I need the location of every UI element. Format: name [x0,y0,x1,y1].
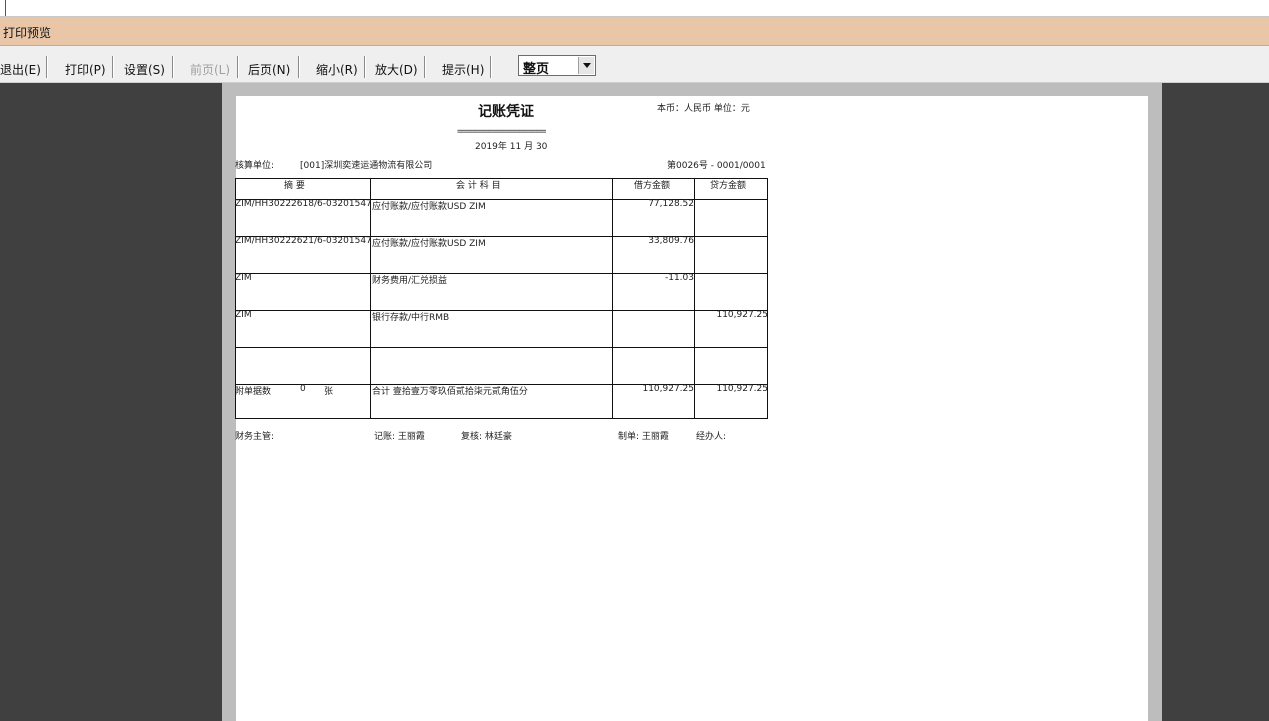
header-account: 会 计 科 目 [456,181,501,191]
table-line [612,178,613,419]
handler-label: 经办人: [696,432,727,442]
table-line [235,310,768,311]
bookkeeper-label: 记账: 王丽霞 [374,432,425,442]
voucher-table [235,178,768,419]
row-debit: 77,128.52 [648,199,694,209]
table-line [370,178,371,419]
row-account: 银行存款/中行RMB [372,313,450,323]
header-debit: 借方金额 [634,181,671,191]
toolbar-separator [172,56,174,78]
print-button[interactable]: 打印(P) [65,61,106,78]
row-account: 应付账款/应付账款USD ZIM [372,239,486,249]
next-page-button[interactable]: 后页(N) [248,61,290,78]
row-summary: ZIM/HH30222618/6-03201547 [235,199,372,209]
toolbar-separator [424,56,426,78]
toolbar: 退出(E) 打印(P) 设置(S) 前页(L) 后页(N) 缩小(R) 放大(D… [0,46,1269,83]
currency-unit: 本币：人民币 单位：元 [657,104,750,114]
unit-name: [001]深圳奕速运通物流有限公司 [300,161,433,171]
row-summary: ZIM/HH30222621/6-03201547 [235,236,372,246]
hint-button[interactable]: 提示(H) [442,61,484,78]
zoom-in-button[interactable]: 放大(D) [375,61,418,78]
toolbar-separator [237,56,239,78]
toolbar-separator [112,56,114,78]
settings-button[interactable]: 设置(S) [124,61,165,78]
header-credit: 贷方金额 [710,181,747,191]
voucher-date: 2019年 11 月 30 [475,142,548,152]
attachment-unit: 张 [324,387,334,397]
window-edge-mark [5,0,6,16]
row-account: 财务费用/汇兑损益 [372,276,448,286]
reviewer-label: 复核: 林廷豪 [461,432,512,442]
unit-label: 核算单位: [235,161,275,171]
row-account: 应付账款/应付账款USD ZIM [372,202,486,212]
title-bar: 打印预览 [0,17,1269,46]
zoom-out-button[interactable]: 缩小(R) [316,61,358,78]
chevron-down-icon[interactable] [578,57,594,74]
row-credit: 110,927.25 [716,310,768,320]
prev-page-button[interactable]: 前页(L) [190,61,230,78]
row-summary: ZIM [235,310,252,320]
toolbar-separator [46,56,48,78]
total-label: 合计 壹拾壹万零玖佰贰拾柒元贰角伍分 [372,387,528,397]
zoom-select[interactable]: 整页 [518,55,596,77]
toolbar-separator [490,56,492,78]
zoom-select-value: 整页 [523,62,550,77]
title-underline: ==================== [457,127,546,137]
supervisor-label: 财务主管: [235,432,275,442]
total-credit: 110,927.25 [716,384,768,394]
header-summary: 摘 要 [284,181,305,191]
exit-button[interactable]: 退出(E) [0,61,41,78]
table-line [694,178,695,419]
total-debit: 110,927.25 [642,384,694,394]
table-line [235,347,768,348]
attachment-label: 附单据数 [235,387,272,397]
row-summary: ZIM [235,273,252,283]
voucher-title: 记账凭证 [478,104,534,120]
window-title: 打印预览 [3,26,52,40]
toolbar-separator [364,56,366,78]
toolbar-separator [298,56,300,78]
row-debit: 33,809.76 [648,236,694,246]
row-debit: -11.03 [664,273,694,283]
voucher-number: 第0026号 - 0001/0001 [667,161,766,171]
attachment-count: 0 [300,384,306,394]
maker-label: 制单: 王丽霞 [618,432,669,442]
window-top-strip [0,0,1269,17]
